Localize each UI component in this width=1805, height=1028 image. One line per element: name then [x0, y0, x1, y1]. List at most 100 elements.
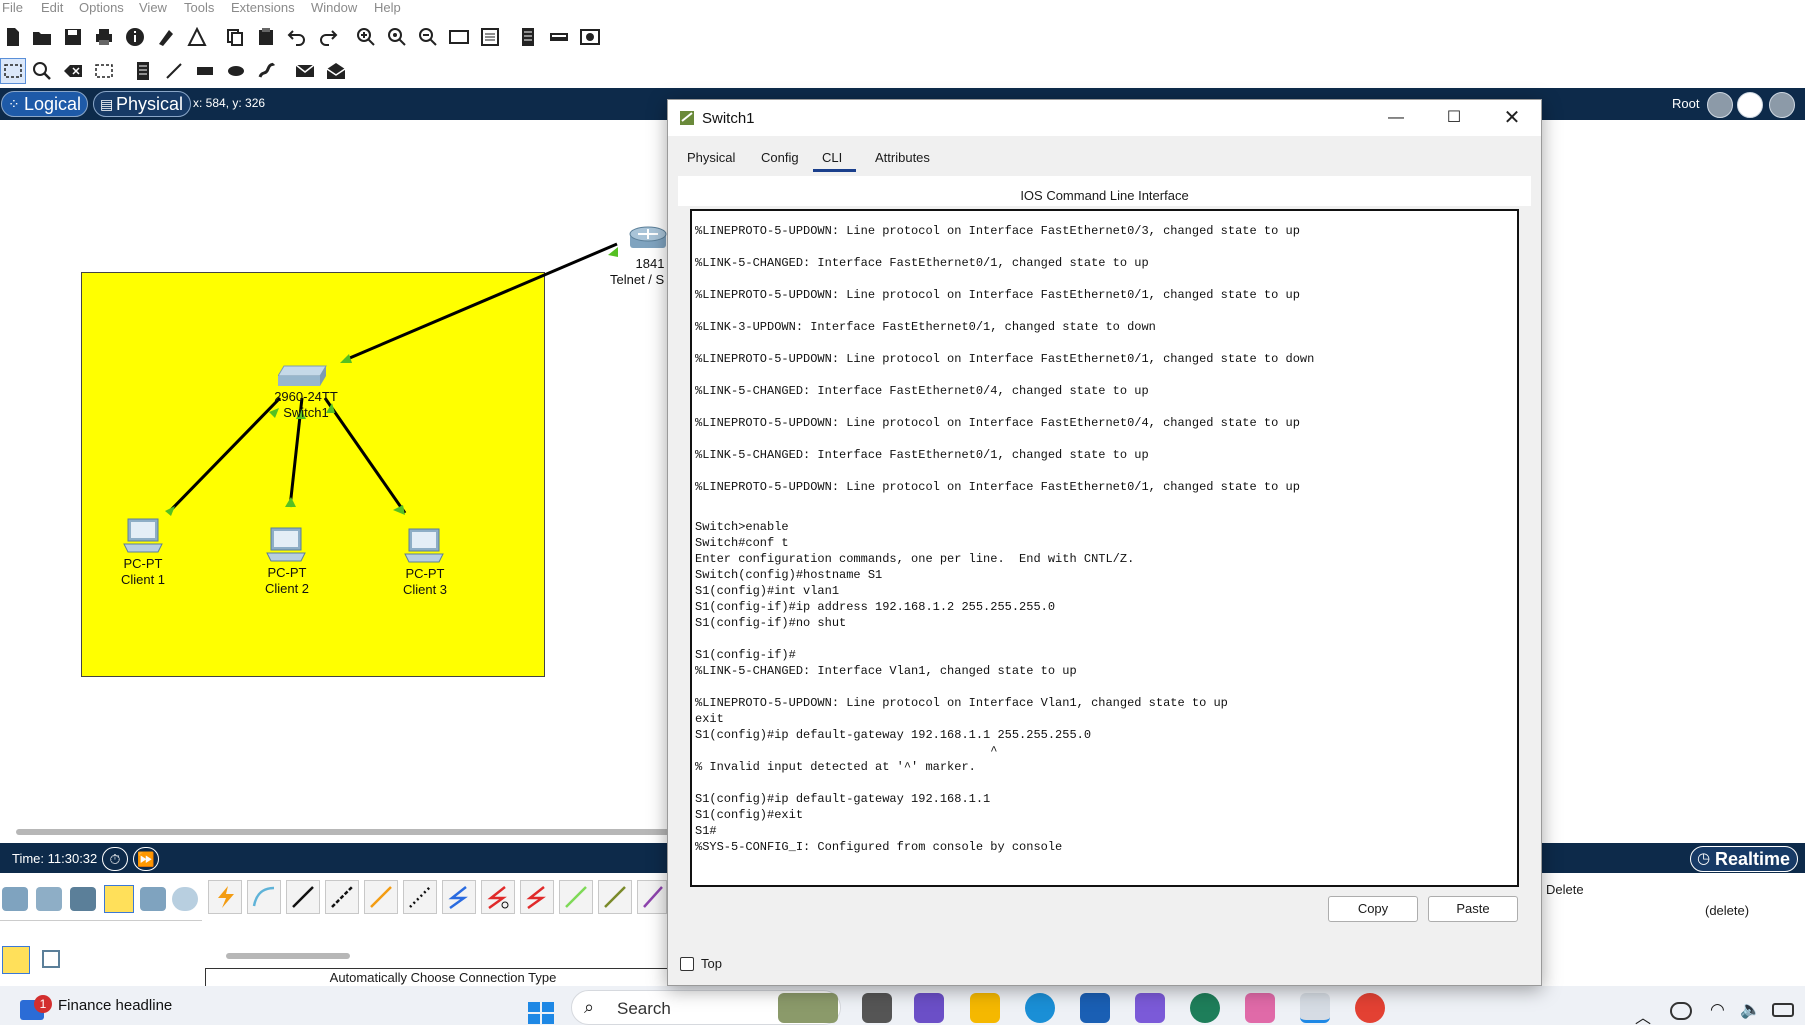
- custom-devices-dialog-icon[interactable]: [477, 24, 503, 50]
- top-checkbox[interactable]: [680, 957, 694, 971]
- notes-icon[interactable]: [515, 24, 541, 50]
- pc-client-2[interactable]: [265, 527, 307, 563]
- drawing-palette-icon[interactable]: [446, 24, 472, 50]
- add-simple-pdu-icon[interactable]: [292, 58, 318, 84]
- activity-wizard-icon[interactable]: [153, 24, 179, 50]
- undo-icon[interactable]: [284, 24, 310, 50]
- custom-device-icon[interactable]: [184, 24, 210, 50]
- task-view-icon[interactable]: [862, 993, 892, 1023]
- news-headline[interactable]: Finance headline: [58, 997, 172, 1014]
- place-note-icon[interactable]: [130, 58, 156, 84]
- wifi-icon[interactable]: ◠: [1710, 1000, 1725, 1020]
- m365-icon[interactable]: [1245, 993, 1275, 1023]
- router-1841[interactable]: [628, 224, 668, 252]
- fast-forward-icon[interactable]: ⏩: [133, 847, 159, 871]
- auto-connection-icon[interactable]: [208, 880, 242, 914]
- open-folder-icon[interactable]: [29, 24, 55, 50]
- phone-cable-icon[interactable]: [403, 880, 437, 914]
- cli-terminal[interactable]: %LINEPROTO-5-UPDOWN: Line protocol on In…: [690, 209, 1519, 887]
- volume-icon[interactable]: 🔈: [1740, 1000, 1761, 1020]
- menu-view[interactable]: View: [139, 0, 167, 16]
- miscellaneous-icon[interactable]: [140, 887, 166, 911]
- edge-icon[interactable]: [1025, 993, 1055, 1023]
- viewport-icon[interactable]: [1769, 92, 1795, 118]
- network-devices-icon[interactable]: [2, 887, 28, 911]
- usb-cable-icon[interactable]: [637, 880, 667, 914]
- fiber-icon[interactable]: [364, 880, 398, 914]
- zoom-in-icon[interactable]: [353, 24, 379, 50]
- close-icon[interactable]: ✕: [1490, 106, 1534, 130]
- save-icon[interactable]: [60, 24, 86, 50]
- zoom-out-icon[interactable]: [415, 24, 441, 50]
- back-icon[interactable]: [1707, 92, 1733, 118]
- dialog-titlebar[interactable]: Switch1 — ☐ ✕: [668, 100, 1541, 136]
- paste-icon[interactable]: [253, 24, 279, 50]
- selected-connection-type-icon[interactable]: [2, 946, 30, 974]
- freeform-icon[interactable]: [254, 58, 280, 84]
- serial-dte-icon[interactable]: [520, 880, 554, 914]
- resize-shape-icon[interactable]: [91, 58, 117, 84]
- select-icon[interactable]: [0, 58, 26, 84]
- serial-dce-icon[interactable]: [481, 880, 515, 914]
- file-explorer-icon[interactable]: [970, 993, 1000, 1023]
- connections-scrollbar[interactable]: [226, 953, 350, 959]
- tab-config[interactable]: Config: [752, 144, 808, 172]
- pdu-delete-value[interactable]: (delete): [1705, 903, 1749, 918]
- draw-rectangle-icon[interactable]: [192, 58, 218, 84]
- widget-image-icon[interactable]: [778, 993, 838, 1023]
- paste-button[interactable]: Paste: [1428, 896, 1518, 922]
- onedrive-icon[interactable]: [1670, 1002, 1692, 1020]
- realtime-mode-button[interactable]: ◷ Realtime: [1690, 846, 1798, 872]
- chrome-icon[interactable]: [1355, 993, 1385, 1023]
- workspace-hscrollbar[interactable]: [16, 829, 676, 835]
- add-complex-pdu-icon[interactable]: [323, 58, 349, 84]
- iot-cable-icon[interactable]: [598, 880, 632, 914]
- menu-tools[interactable]: Tools: [184, 0, 214, 16]
- delete-icon[interactable]: [60, 58, 86, 84]
- multiuser-icon[interactable]: [172, 887, 198, 911]
- octal-cable-icon[interactable]: [559, 880, 593, 914]
- app-icon[interactable]: [1190, 993, 1220, 1023]
- straight-through-icon[interactable]: [286, 880, 320, 914]
- tab-physical[interactable]: Physical: [678, 144, 744, 172]
- tab-attributes[interactable]: Attributes: [866, 144, 939, 172]
- new-file-icon[interactable]: [0, 24, 26, 50]
- menu-help[interactable]: Help: [374, 0, 401, 16]
- crossover-icon[interactable]: [325, 880, 359, 914]
- link-router-switch[interactable]: [344, 242, 618, 362]
- screenshot-icon[interactable]: [577, 24, 603, 50]
- draw-line-icon[interactable]: [161, 58, 187, 84]
- coaxial-icon[interactable]: [442, 880, 476, 914]
- menu-options[interactable]: Options: [79, 0, 124, 16]
- store-icon[interactable]: [1080, 993, 1110, 1023]
- zoom-reset-icon[interactable]: [384, 24, 410, 50]
- grid-icon[interactable]: [42, 950, 60, 968]
- maximize-icon[interactable]: ☐: [1432, 106, 1476, 130]
- device-list-icon[interactable]: [546, 24, 572, 50]
- menu-extensions[interactable]: Extensions: [231, 0, 295, 16]
- copy-icon[interactable]: [222, 24, 248, 50]
- print-icon[interactable]: [91, 24, 117, 50]
- end-devices-icon[interactable]: [36, 887, 62, 911]
- chat-icon[interactable]: [914, 993, 944, 1023]
- start-icon[interactable]: [528, 1002, 554, 1024]
- pc-client-3[interactable]: [403, 528, 445, 564]
- draw-ellipse-icon[interactable]: [223, 58, 249, 84]
- connections-icon[interactable]: [104, 885, 134, 913]
- redo-icon[interactable]: [315, 24, 341, 50]
- components-icon[interactable]: [70, 887, 96, 911]
- physical-tab[interactable]: ▤ Physical: [93, 91, 191, 117]
- battery-icon[interactable]: [1772, 1003, 1794, 1017]
- menu-window[interactable]: Window: [311, 0, 357, 16]
- info-icon[interactable]: [122, 24, 148, 50]
- packet-tracer-icon[interactable]: [1300, 993, 1330, 1023]
- console-cable-icon[interactable]: [247, 880, 281, 914]
- menu-file[interactable]: File: [2, 0, 23, 16]
- logical-tab[interactable]: ⁘ Logical: [1, 91, 88, 117]
- menu-edit[interactable]: Edit: [41, 0, 63, 16]
- pc-client-1[interactable]: [122, 518, 164, 554]
- copy-button[interactable]: Copy: [1328, 896, 1418, 922]
- minimize-icon[interactable]: —: [1374, 106, 1418, 130]
- power-cycle-icon[interactable]: ⏱: [102, 847, 128, 871]
- cloud-icon[interactable]: [1737, 92, 1763, 118]
